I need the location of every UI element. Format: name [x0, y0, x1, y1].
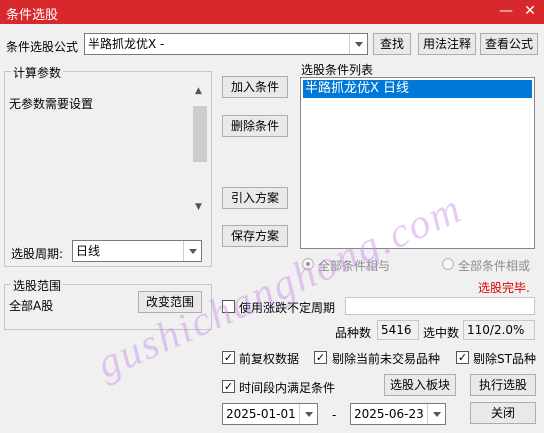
adjust-label: 前复权数据	[239, 352, 300, 366]
selected-value: 110/2.0%	[463, 320, 535, 340]
find-button[interactable]: 查找	[373, 33, 411, 55]
close-button[interactable]: 关闭	[470, 402, 536, 424]
view-formula-button[interactable]: 查看公式	[480, 33, 538, 55]
formula-value: 半路抓龙优X -	[88, 37, 165, 51]
formula-label: 条件选股公式	[6, 40, 79, 54]
condition-list-label: 选股条件列表	[301, 63, 374, 77]
uncertain-period-checkbox[interactable]	[222, 300, 235, 313]
period-label: 选股周期:	[11, 247, 64, 261]
to-sector-button[interactable]: 选股入板块	[384, 374, 456, 396]
or-radio-label: 全部条件相或	[458, 259, 531, 273]
date-dash: -	[332, 408, 337, 422]
end-date-picker[interactable]: 2025-06-23	[350, 403, 446, 425]
time-range-label: 时间段内满足条件	[239, 381, 336, 395]
exclude-untraded-checkbox[interactable]: ✓	[314, 351, 327, 364]
exclude-st-checkbox[interactable]: ✓	[456, 351, 469, 364]
change-range-button[interactable]: 改变范围	[138, 291, 202, 313]
progress-bar	[345, 297, 535, 315]
window-title: 条件选股	[6, 8, 59, 23]
params-legend: 计算参数	[11, 64, 64, 81]
save-scheme-button[interactable]: 保存方案	[222, 225, 288, 247]
exclude-st-label: 剔除ST品种	[473, 352, 536, 366]
start-date-value: 2025-01-01	[226, 407, 296, 421]
scroll-up-icon[interactable]: ▲	[195, 86, 202, 96]
chevron-down-icon[interactable]	[299, 404, 317, 424]
chevron-down-icon[interactable]	[427, 404, 445, 424]
formula-select[interactable]: 半路抓龙优X -	[84, 33, 368, 55]
no-params-text: 无参数需要设置	[9, 97, 94, 111]
condition-item[interactable]: 半路抓龙优X 日线	[303, 80, 532, 98]
and-radio-label: 全部条件相与	[318, 259, 391, 273]
time-range-checkbox[interactable]: ✓	[222, 380, 235, 393]
period-value: 日线	[76, 244, 101, 258]
add-condition-button[interactable]: 加入条件	[222, 76, 288, 98]
title-bar: 条件选股 — ✕	[0, 0, 544, 24]
adjust-checkbox[interactable]: ✓	[222, 351, 235, 364]
scroll-down-icon[interactable]: ▼	[195, 202, 202, 212]
import-scheme-button[interactable]: 引入方案	[222, 187, 288, 209]
count-label: 品种数	[335, 326, 372, 340]
period-select[interactable]: 日线	[72, 240, 202, 262]
chevron-down-icon[interactable]	[349, 34, 367, 54]
usage-notes-button[interactable]: 用法注释	[418, 33, 476, 55]
range-legend: 选股范围	[11, 277, 64, 294]
and-radio[interactable]	[302, 258, 314, 270]
exclude-untraded-label: 剔除当前未交易品种	[332, 352, 441, 366]
uncertain-period-label: 使用涨跌不定周期	[239, 301, 336, 315]
count-value: 5416	[377, 320, 419, 340]
execute-button[interactable]: 执行选股	[470, 374, 536, 396]
or-radio[interactable]	[442, 258, 454, 270]
range-value: 全部A股	[9, 299, 54, 313]
start-date-picker[interactable]: 2025-01-01	[222, 403, 318, 425]
params-scrollbar[interactable]: ▲ ▼	[192, 84, 208, 216]
minimize-button[interactable]: —	[496, 2, 516, 20]
selected-label: 选中数	[423, 326, 460, 340]
status-text: 选股完毕.	[478, 281, 530, 295]
scroll-thumb[interactable]	[193, 106, 207, 162]
delete-condition-button[interactable]: 删除条件	[222, 115, 288, 137]
chevron-down-icon[interactable]	[183, 241, 201, 261]
end-date-value: 2025-06-23	[354, 407, 424, 421]
close-window-button[interactable]: ✕	[520, 2, 540, 20]
condition-list[interactable]: 半路抓龙优X 日线	[300, 77, 535, 249]
